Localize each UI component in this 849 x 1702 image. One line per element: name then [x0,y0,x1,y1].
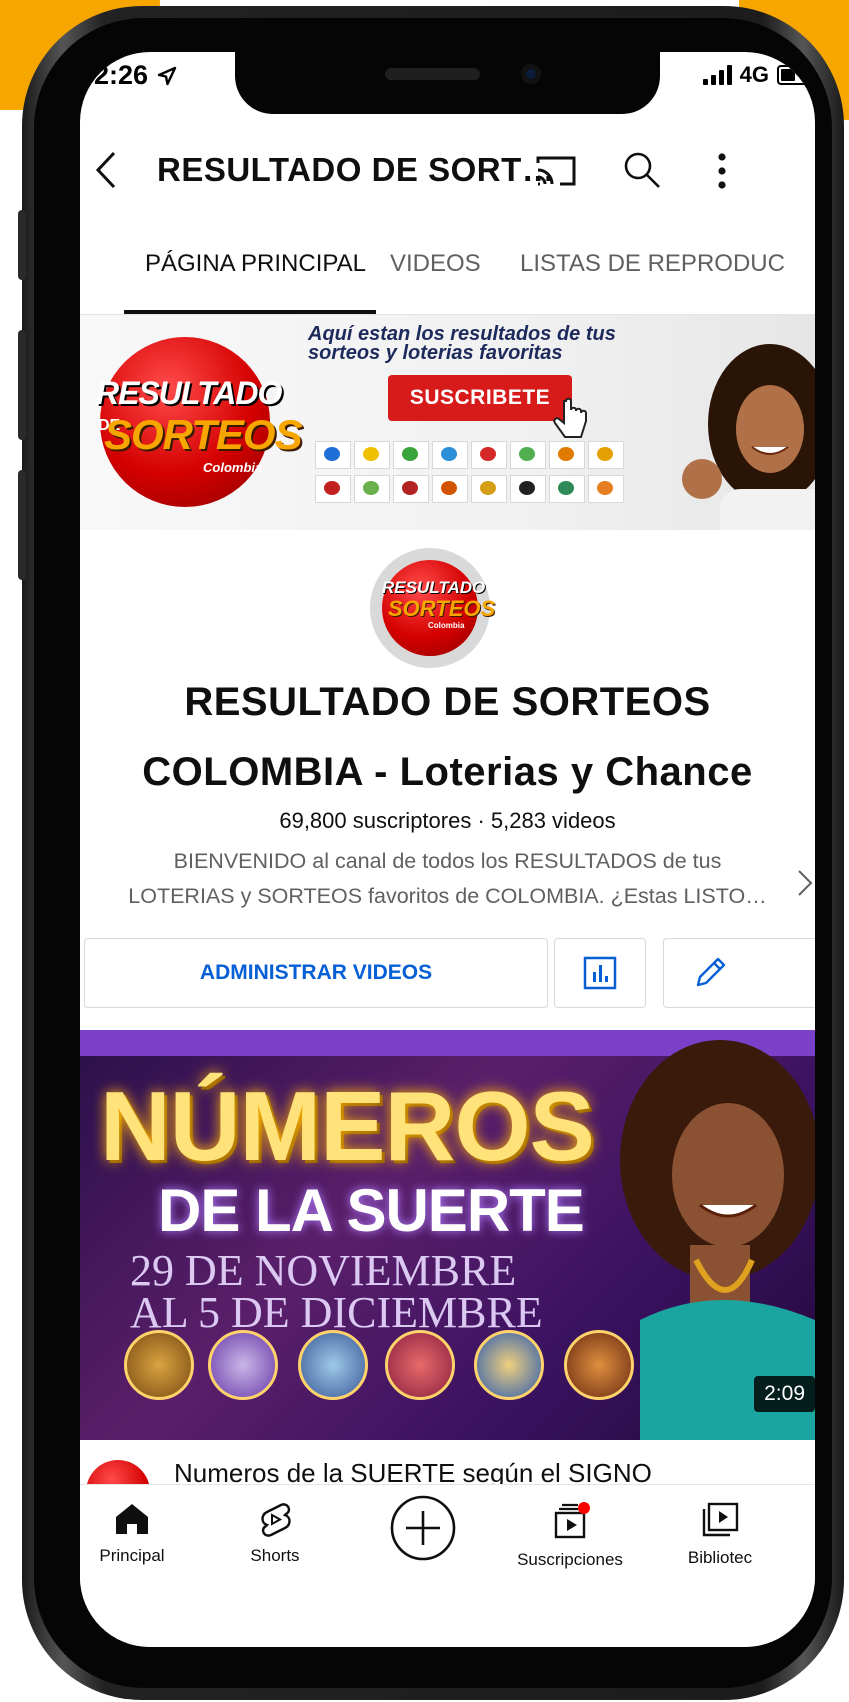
nav-shorts[interactable]: Shorts [225,1501,325,1566]
manage-videos-button[interactable]: ADMINISTRAR VIDEOS [84,938,548,1008]
notch [235,52,660,114]
channel-banner: RESULTADO DE SORTEOS Colombia Aquí estan… [80,315,815,530]
app-bar: RESULTADO DE SORT… [80,127,815,217]
cast-icon[interactable] [534,153,578,189]
active-tab-indicator [124,310,376,314]
lottery-logo [588,441,624,469]
lottery-logo [471,441,507,469]
edit-channel-button[interactable] [663,938,815,1008]
lottery-logo [354,475,390,503]
thumbnail-dates: 29 DE NOVIEMBRE AL 5 DE DICIEMBRE [130,1246,543,1337]
zodiac-libra-icon [474,1330,544,1400]
add-icon [390,1495,456,1561]
avatar-logo-country: Colombia [428,621,465,630]
screen: 2:26 4G RESULTADO DE SORT… PÁGINA PRINCI… [80,52,815,1647]
nav-library[interactable]: Bibliotec [665,1501,775,1568]
channel-avatar[interactable]: RESULTADO SORTEOS Colombia [370,548,495,668]
more-options-icon[interactable] [716,151,728,191]
lottery-logo [471,475,507,503]
volume-up-button [18,330,26,440]
nav-subscriptions[interactable]: Suscripciones [495,1501,645,1570]
lottery-logo [549,441,585,469]
subscriptions-icon [554,1502,590,1539]
zodiac-aries-icon [208,1330,278,1400]
nav-label: Shorts [250,1546,300,1565]
lottery-logo [315,475,351,503]
thumbnail-date-line: AL 5 DE DICIEMBRE [130,1288,543,1337]
zodiac-leo-icon [124,1330,194,1400]
analytics-button[interactable] [554,938,646,1008]
library-icon [702,1502,739,1537]
avatar-logo-text-2: SORTEOS [388,596,496,621]
channel-name-line2: COLOMBIA - Loterias y Chance [142,750,753,794]
video-thumbnail[interactable]: NÚMEROS DE LA SUERTE 29 DE NOVIEMBRE AL … [80,1030,815,1440]
nav-home[interactable]: Principal [82,1501,182,1566]
lottery-logo [549,475,585,503]
zodiac-pisces-icon [298,1330,368,1400]
banner-logo-country: Colombia [203,460,263,475]
channel-stats: 69,800 suscriptores · 5,283 videos [279,808,616,833]
lottery-logo [393,441,429,469]
thumbnail-subtitle: DE LA SUERTE [158,1177,585,1244]
description-line: LOTERIAS y SORTEOS favoritos de COLOMBIA… [128,884,767,908]
channel-description[interactable]: BIENVENIDO al canal de todos los RESULTA… [80,844,815,914]
chevron-right-icon[interactable] [796,868,814,898]
shorts-icon [261,1503,291,1537]
network-type: 4G [739,62,769,87]
avatar-logo-text: RESULTADO [382,578,486,597]
home-icon [116,1504,148,1534]
channel-tabs: PÁGINA PRINCIPAL VIDEOS LISTAS DE REPROD… [80,222,815,315]
analytics-icon [583,956,617,990]
battery-icon [777,65,809,85]
banner-person-image [682,344,815,530]
lottery-logo [510,475,546,503]
banner-subscribe-graphic: SUSCRIBETE [388,375,572,421]
status-indicators: 4G [702,62,809,88]
nav-label: Suscripciones [517,1550,623,1569]
nav-label: Bibliotec [687,1548,753,1567]
lottery-logo [510,441,546,469]
nav-create[interactable] [387,1493,459,1568]
lottery-logo [432,475,468,503]
lottery-logo [432,441,468,469]
thumbnail-date-line: 29 DE NOVIEMBRE [130,1246,517,1295]
pencil-icon [696,957,726,987]
description-line: BIENVENIDO al canal de todos los RESULTA… [173,849,722,873]
tab-home[interactable]: PÁGINA PRINCIPAL [145,250,366,278]
thumbnail-title: NÚMEROS [100,1071,595,1181]
lottery-logos [315,441,635,503]
back-arrow-icon[interactable] [88,145,128,195]
tab-playlists[interactable]: LISTAS DE REPRODUC [520,250,785,278]
lottery-logo [315,441,351,469]
status-time: 2:26 [94,60,178,91]
nav-label: Principal [99,1546,165,1565]
side-button [18,210,26,280]
zodiac-cancer-icon [385,1330,455,1400]
bottom-navigation: Principal Shorts Suscripciones Bibliotec [80,1484,815,1647]
lottery-logo [588,475,624,503]
video-duration-badge: 2:09 [754,1376,815,1412]
lottery-logo [354,441,390,469]
banner-tagline: Aquí estan los resultados de tus sorteos… [308,323,616,364]
page-title: RESULTADO DE SORT… [157,151,556,188]
search-icon[interactable] [621,149,663,191]
channel-name-line1: RESULTADO DE SORTEOS [184,680,711,724]
location-arrow-icon [157,66,177,85]
signal-icon [702,65,732,85]
lottery-logo [393,475,429,503]
tab-videos[interactable]: VIDEOS [390,250,481,278]
camera-icon [521,64,541,84]
banner-logo-text: RESULTADO [96,375,282,411]
volume-down-button [18,470,26,580]
pointer-hand-icon [553,397,587,438]
banner-logo-text-2: SORTEOS [104,411,303,458]
